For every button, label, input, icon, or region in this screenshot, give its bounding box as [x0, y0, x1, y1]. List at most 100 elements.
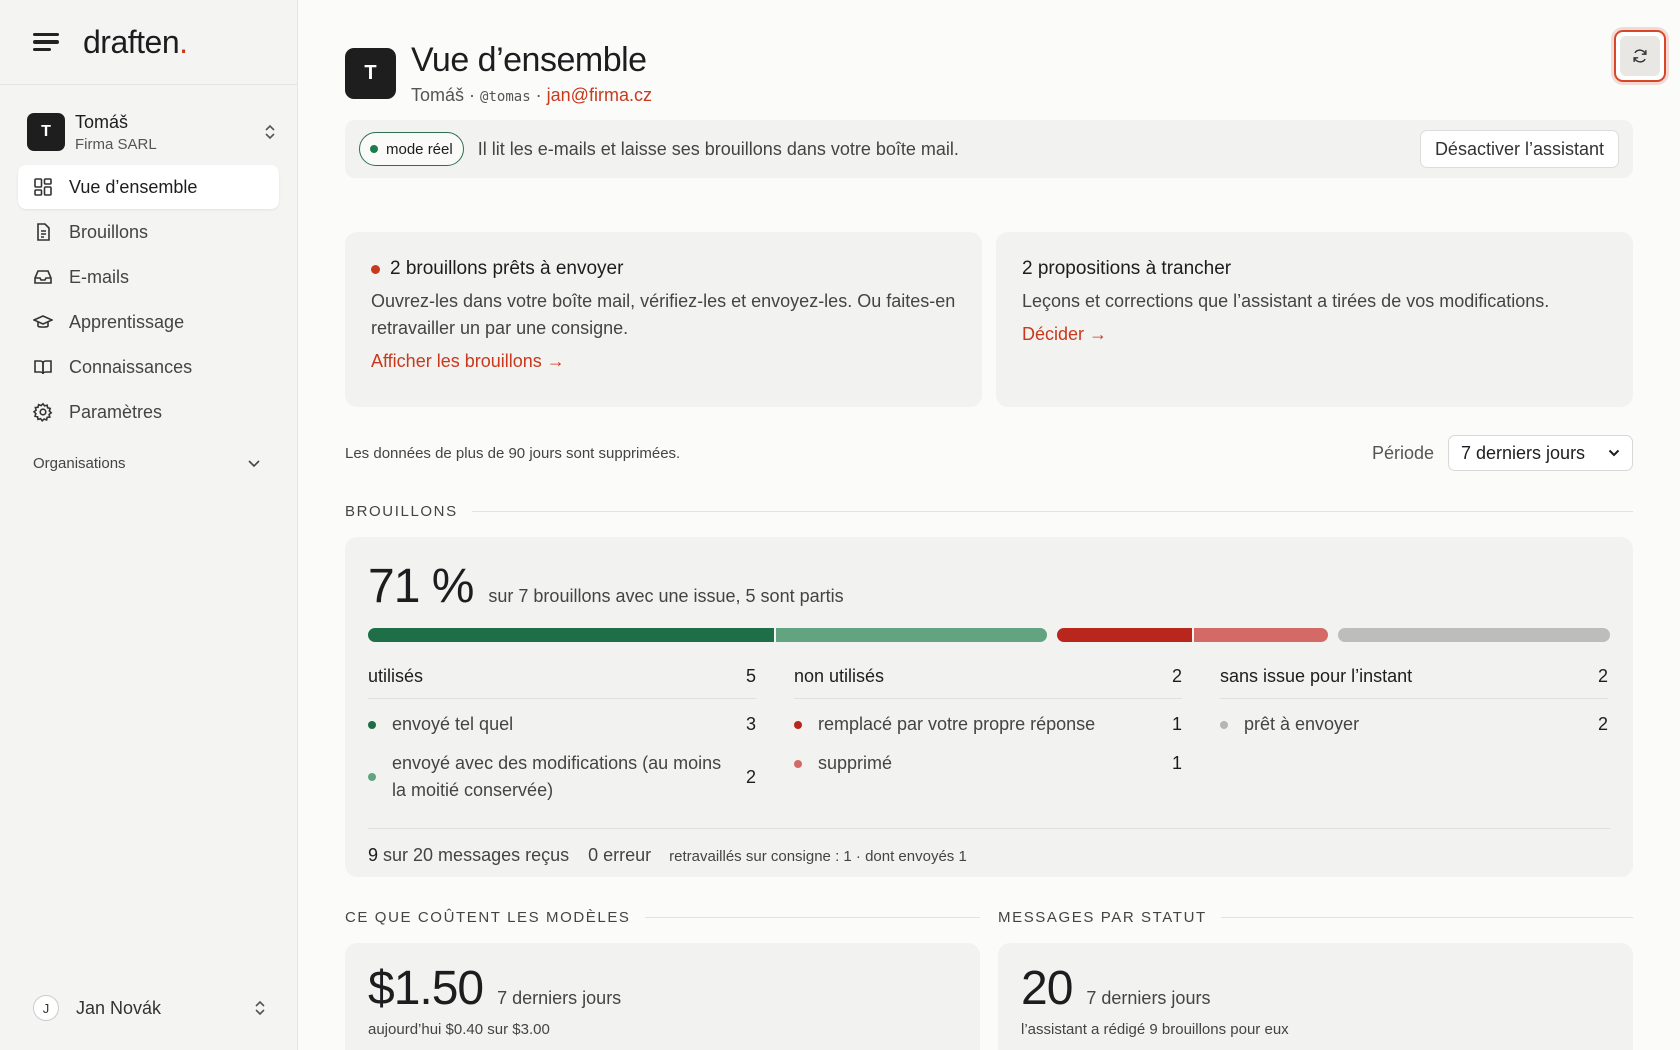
- legend-dot: [368, 773, 376, 781]
- messages-section: MESSAGES PAR STATUT 20 7 derniers jours …: [998, 907, 1633, 1050]
- cost-period: 7 derniers jours: [497, 988, 622, 1008]
- card-text: Ouvrez-les dans votre boîte mail, vérifi…: [371, 291, 956, 338]
- brand-bar: draften.: [0, 0, 297, 85]
- card-text: Leçons et corrections que l’assistant a …: [1022, 291, 1550, 311]
- list-item: envoyé tel quel 3: [368, 711, 756, 738]
- costs-row: $1.50 7 derniers jours: [368, 961, 957, 1016]
- error-stat: 0 erreur: [588, 845, 652, 865]
- organisations-toggle[interactable]: Organisations: [33, 450, 261, 476]
- sidebar-item-emails[interactable]: E-mails: [18, 255, 279, 299]
- list-item: prêt à envoyer 2: [1220, 711, 1608, 738]
- menu-icon[interactable]: [33, 32, 59, 52]
- page-title: Vue d’ensemble: [411, 40, 647, 79]
- profile-line: Tomáš · @tomas · jan@firma.cz: [411, 85, 652, 106]
- separator: ·: [535, 84, 542, 105]
- deactivate-assistant-button[interactable]: Désactiver l’assistant: [1419, 130, 1619, 168]
- chevron-updown-icon: [265, 124, 275, 140]
- data-controls: Les données de plus de 90 jours sont sup…: [345, 435, 1633, 471]
- grid-icon: [33, 177, 53, 197]
- logo[interactable]: draften.: [83, 24, 188, 61]
- legend-dot: [794, 720, 802, 729]
- app-root: draften. T Tomáš Firma SARL Vue d’ensemb…: [0, 0, 1680, 1050]
- sidebar-item-label: Brouillons: [69, 221, 149, 242]
- chevron-down-icon: [248, 460, 260, 468]
- show-drafts-link[interactable]: Afficher les brouillons →: [371, 351, 565, 372]
- page-header: T Vue d’ensemble Tomáš · @tomas · jan@fi…: [345, 40, 1680, 106]
- column-count: 2: [1171, 666, 1182, 686]
- account-name: Tomáš: [75, 111, 129, 132]
- account-text: Tomáš Firma SARL: [75, 112, 263, 153]
- user-menu[interactable]: J Jan Novák: [33, 991, 267, 1025]
- section-heading-costs: CE QUE COÛTENT LES MODÈLES: [345, 907, 980, 927]
- graduation-cap-icon: [33, 312, 53, 332]
- list-item: envoyé avec des modifications (au moins …: [368, 750, 756, 804]
- period-select[interactable]: 7 derniers jours: [1448, 435, 1633, 471]
- drafts-ready-card: 2 brouillons prêts à envoyer Ouvrez-les …: [345, 232, 982, 407]
- card-title: 2 brouillons prêts à envoyer: [371, 258, 956, 280]
- list-item: supprimé 1: [794, 750, 1182, 777]
- card-title-text: 2 brouillons prêts à envoyer: [390, 258, 624, 279]
- column-header: utilisés 5: [368, 666, 756, 699]
- messages-period: 7 derniers jours: [1086, 988, 1211, 1008]
- profile-avatar: T: [345, 47, 396, 99]
- decide-link[interactable]: Décider →: [1022, 324, 1107, 345]
- section-heading-messages: MESSAGES PAR STATUT: [998, 907, 1633, 927]
- refresh-icon: [1633, 49, 1647, 63]
- proposals-card: 2 propositions à trancher Leçons et corr…: [996, 232, 1633, 407]
- profile-email[interactable]: jan@firma.cz: [547, 85, 652, 105]
- sidebar-item-overview[interactable]: Vue d’ensemble: [18, 165, 279, 209]
- document-icon: [33, 222, 53, 242]
- chevron-down-icon: [1608, 449, 1620, 457]
- inbox-icon: [33, 267, 53, 287]
- assistant-banner: mode réel Il lit les e-mails et laisse s…: [345, 120, 1633, 178]
- drafts-stats-card: 71 % sur 7 brouillons avec une issue, 5 …: [345, 537, 1633, 877]
- section-divider: [644, 916, 980, 918]
- costs-card: $1.50 7 derniers jours aujourd’hui $0.40…: [345, 943, 980, 1050]
- account-org: Firma SARL: [75, 135, 157, 153]
- sidebar-item-learning[interactable]: Apprentissage: [18, 300, 279, 344]
- section-divider: [1220, 916, 1633, 918]
- item-label: remplacé par votre propre réponse: [818, 714, 1096, 734]
- sidebar-item-drafts[interactable]: Brouillons: [18, 210, 279, 254]
- main-content: T Vue d’ensemble Tomáš · @tomas · jan@fi…: [298, 0, 1680, 1050]
- mode-badge[interactable]: mode réel: [359, 132, 464, 166]
- account-switcher[interactable]: T Tomáš Firma SARL: [27, 109, 277, 155]
- column-header: sans issue pour l’instant 2: [1220, 666, 1608, 699]
- banner-text: Il lit les e-mails et laisse ses brouill…: [477, 138, 959, 159]
- drafts-summary-row: 9 sur 20 messages reçus 0 erreur retrava…: [368, 828, 1610, 866]
- item-label: supprimé: [818, 753, 893, 773]
- item-count: 1: [1171, 714, 1182, 734]
- refresh-button[interactable]: [1614, 30, 1666, 82]
- item-label: envoyé tel quel: [392, 714, 514, 734]
- period-value: 7 derniers jours: [1461, 442, 1586, 463]
- bar-group: [1056, 628, 1329, 642]
- sidebar-nav: Vue d’ensemble Brouillons E-mails Appren…: [18, 165, 279, 434]
- sidebar-item-label: E-mails: [69, 266, 130, 287]
- item-label: envoyé avec des modifications (au moins …: [392, 753, 722, 800]
- book-icon: [33, 357, 53, 377]
- received-stat: 9 sur 20 messages reçus: [368, 845, 569, 866]
- column-count: 5: [745, 666, 756, 686]
- messages-count: 20: [1021, 962, 1073, 1015]
- bar-group: [1338, 628, 1610, 642]
- section-label: BROUILLONS: [345, 502, 458, 520]
- item-count: 3: [745, 714, 756, 734]
- legend-dot: [794, 759, 802, 768]
- sidebar-item-knowledge[interactable]: Connaissances: [18, 345, 279, 389]
- chevron-updown-icon: [255, 1000, 265, 1016]
- column-title: utilisés: [368, 666, 424, 686]
- status-dot: [370, 145, 378, 153]
- header-text: Vue d’ensemble Tomáš · @tomas · jan@firm…: [411, 41, 652, 106]
- received-count: 9: [368, 845, 379, 865]
- column-pending: sans issue pour l’instant 2 prêt à envoy…: [1220, 666, 1608, 804]
- sidebar-item-settings[interactable]: Paramètres: [18, 390, 279, 434]
- profile-handle: @tomas: [480, 88, 531, 105]
- user-avatar: J: [33, 995, 59, 1021]
- user-name: Jan Novák: [76, 997, 162, 1018]
- sidebar-item-label: Connaissances: [69, 356, 193, 377]
- action-cards: 2 brouillons prêts à envoyer Ouvrez-les …: [345, 232, 1633, 407]
- usage-percent-sub: sur 7 brouillons avec une issue, 5 sont …: [488, 586, 844, 606]
- outcome-bar: [368, 628, 1610, 642]
- bar-segment: [1338, 628, 1610, 642]
- mode-label: mode réel: [386, 140, 453, 158]
